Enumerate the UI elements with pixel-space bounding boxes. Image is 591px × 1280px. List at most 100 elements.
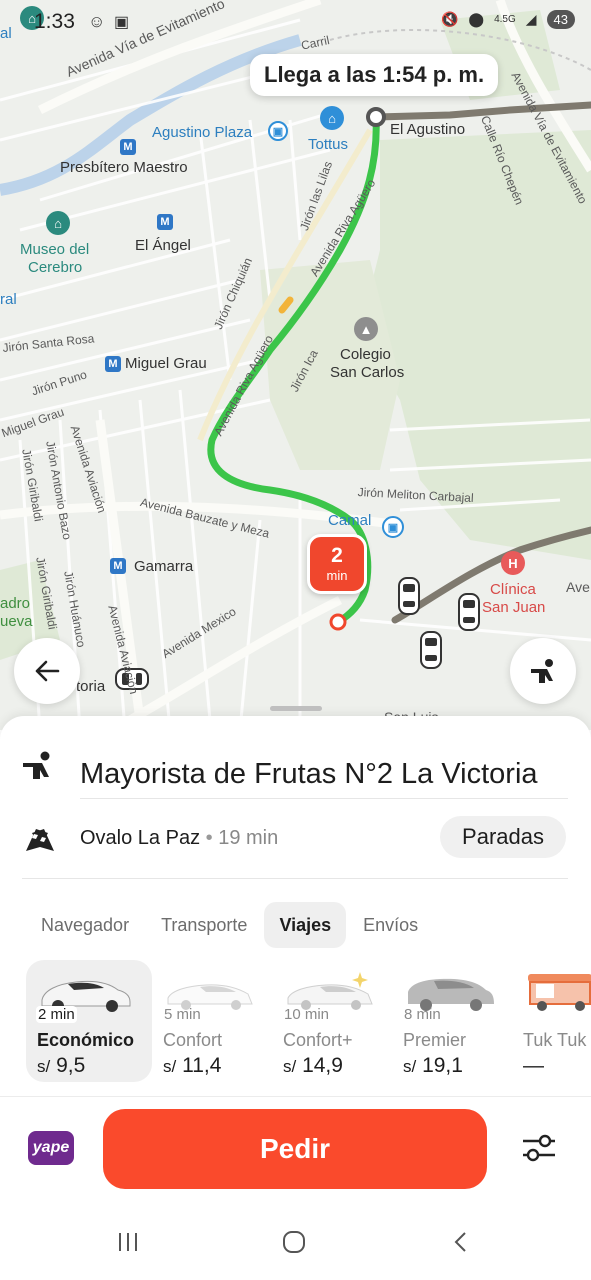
destination-row[interactable]: Mayorista de Frutas N°2 La Victoria [0, 734, 591, 798]
tottus-icon[interactable]: ⌂ [320, 106, 344, 130]
stop-duration: 19 min [218, 827, 279, 849]
tuk-tuk-icon [528, 974, 591, 1011]
tariff-price: s/ 11,4 [163, 1054, 221, 1078]
tariff-currency: s/ [163, 1057, 177, 1076]
museum-icon[interactable]: ⌂ [46, 211, 70, 235]
map-label: toria [76, 678, 106, 695]
pickup-point-button[interactable] [510, 638, 576, 704]
stop-row[interactable]: Ovalo La Paz • 19 min Paradas [0, 812, 591, 866]
tariff-price: — [523, 1054, 544, 1077]
eta-value: 2 [331, 544, 343, 567]
map-label: adro [0, 595, 31, 612]
destination-text: Mayorista de Frutas N°2 La Victoria [80, 758, 538, 790]
status-bar: 1:33 ☺ ▣ 🔇 ⬤ 4.5G ◢ 43 [0, 0, 591, 44]
order-button[interactable]: Pedir [103, 1109, 487, 1189]
app-notification-icon: ▣ [114, 14, 130, 31]
tariff-amount: 9,5 [56, 1054, 86, 1077]
tariff-price: s/ 14,9 [283, 1054, 343, 1078]
tariff-card-economico[interactable]: 2 min Económico s/ 9,5 [26, 960, 152, 1082]
map-label: Miguel Grau [125, 355, 207, 372]
stops-button[interactable]: Paradas [440, 816, 566, 858]
tariff-price: s/ 19,1 [403, 1054, 463, 1078]
person-waving-icon [531, 659, 553, 683]
tariff-name: Premier [403, 1030, 467, 1050]
map-label: Tottus [308, 136, 349, 153]
stop-text: Ovalo La Paz • 19 min [80, 827, 278, 850]
tariff-card-confort-plus[interactable]: 10 min Confort+ s/ 14,9 [272, 960, 398, 1082]
map-label: Museo del [20, 241, 90, 258]
chat-icon: ☺ [88, 12, 106, 31]
tariff-name: Tuk Tuk [523, 1030, 587, 1050]
tariff-amount: 11,4 [182, 1054, 222, 1077]
checkered-flags-icon [26, 829, 54, 851]
mute-icon: 🔇 [440, 11, 459, 27]
tariff-card-premier[interactable]: 8 min Premier s/ 19,1 [392, 960, 518, 1082]
arrow-left-icon [35, 660, 60, 682]
eta-unit: min [326, 568, 348, 583]
network-label: 4.5G [494, 14, 516, 25]
tariff-name: Económico [37, 1030, 135, 1050]
divider [80, 798, 568, 799]
order-sheet: Mayorista de Frutas N°2 La Victoria Oval… [0, 706, 591, 1096]
settings-sliders-icon[interactable] [520, 1131, 558, 1165]
map-label: ral [0, 291, 17, 308]
street-label: Ave [566, 579, 590, 595]
map-label: ueva [0, 613, 33, 630]
shopping-bag-icon[interactable]: ▣ [268, 121, 288, 141]
car-icon [420, 631, 442, 669]
metro-station-icon[interactable]: M [120, 139, 136, 155]
map-label: Clínica [490, 581, 536, 598]
metro-station-icon[interactable]: M [110, 558, 126, 574]
map-label: Colegio [340, 346, 391, 363]
tab-viajes[interactable]: Viajes [264, 902, 347, 948]
tariff-currency: s/ [403, 1057, 417, 1076]
map-label: Cerebro [28, 259, 83, 276]
back-nav-icon[interactable] [450, 1230, 474, 1254]
divider [22, 878, 568, 879]
tariff-eta: 2 min [36, 1006, 77, 1023]
tariff-eta: 10 min [284, 1006, 330, 1023]
back-button[interactable] [14, 638, 80, 704]
car-icon [398, 577, 420, 615]
tariff-card-tuk-tuk[interactable]: Tuk Tuk — [512, 960, 591, 1082]
tariff-card-confort[interactable]: 5 min Confort s/ 11,4 [152, 960, 278, 1082]
map-label: San Carlos [330, 364, 405, 381]
status-time: 1:33 [34, 10, 75, 33]
map-label: Agustino Plaza [152, 124, 253, 141]
system-navigation-bar [0, 1206, 591, 1280]
map-label: El Ángel [135, 237, 191, 254]
payment-method-button[interactable]: yape [28, 1131, 74, 1165]
hospital-icon[interactable]: H [501, 551, 525, 575]
tariff-amount: 19,1 [422, 1054, 463, 1077]
stop-name: Ovalo La Paz [80, 827, 201, 849]
metro-station-icon[interactable]: M [157, 214, 173, 230]
tab-navegador[interactable]: Navegador [26, 902, 144, 948]
recent-apps-icon[interactable] [116, 1230, 140, 1254]
signal-icon: ◢ [525, 11, 537, 27]
map-label: El Agustino [390, 121, 466, 138]
tariff-eta: 5 min [164, 1006, 201, 1023]
order-bar: yape Pedir [0, 1096, 591, 1206]
stop-separator: • [205, 827, 213, 849]
tariff-price: s/ 9,5 [37, 1054, 85, 1078]
home-icon[interactable] [282, 1230, 306, 1254]
school-icon[interactable]: ▲ [354, 317, 378, 341]
tariff-amount: 14,9 [302, 1054, 343, 1077]
map-label: Gamarra [134, 558, 194, 575]
tab-envios[interactable]: Envíos [348, 902, 433, 948]
battery-level: 43 [546, 10, 575, 29]
arrival-time-tooltip: Llega a las 1:54 p. m. [250, 54, 499, 96]
service-tabs: Navegador Transporte Viajes Envíos [26, 902, 433, 948]
tariff-currency: s/ [37, 1057, 51, 1076]
map-label: Presbítero Maestro [60, 159, 188, 176]
sheet-handle[interactable] [270, 706, 322, 711]
person-waving-icon [23, 751, 50, 779]
tariff-currency: s/ [283, 1057, 297, 1076]
pickup-eta-badge: 2 min [307, 534, 367, 594]
metro-station-icon[interactable]: M [105, 356, 121, 372]
tariff-carousel[interactable]: 2 min Económico s/ 9,5 5 min Confort s/ … [26, 960, 591, 1082]
tariff-name: Confort [163, 1030, 223, 1050]
tab-transporte[interactable]: Transporte [146, 902, 262, 948]
shopping-bag-icon[interactable]: ▣ [382, 516, 404, 538]
map-view[interactable]: ⌂ ▣ ⌂ ▲ ▣ H ⌂ M M M M El Agustino Agusti… [0, 0, 591, 730]
